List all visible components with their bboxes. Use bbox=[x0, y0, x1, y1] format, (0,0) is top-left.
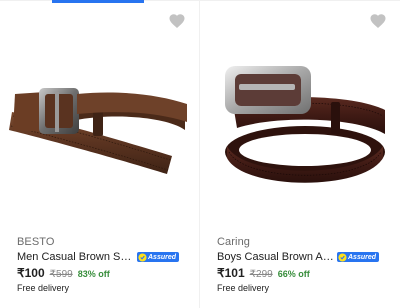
product-title-row[interactable]: Boys Casual Brown Artificia... Assured bbox=[217, 250, 382, 264]
heart-icon[interactable] bbox=[369, 12, 387, 30]
product-title[interactable]: Boys Casual Brown Artificia... bbox=[217, 251, 335, 263]
product-card[interactable]: BESTO Men Casual Brown Syntheti... Assur… bbox=[0, 0, 199, 308]
price-row: ₹101 ₹299 66% off bbox=[217, 266, 310, 280]
assured-label: Assured bbox=[148, 253, 177, 261]
delivery-info: Free delivery bbox=[17, 283, 70, 293]
product-card[interactable]: Caring Boys Casual Brown Artificia... As… bbox=[199, 0, 400, 308]
product-brand: Caring bbox=[217, 236, 251, 248]
belt-image bbox=[9, 88, 187, 174]
product-title[interactable]: Men Casual Brown Syntheti... bbox=[17, 251, 135, 263]
delivery-info: Free delivery bbox=[217, 283, 270, 293]
selling-price: ₹100 bbox=[17, 266, 45, 280]
product-image[interactable] bbox=[0, 30, 199, 218]
assured-label: Assured bbox=[348, 253, 377, 261]
product-brand: BESTO bbox=[17, 236, 55, 248]
product-image[interactable] bbox=[200, 30, 400, 218]
assured-badge: Assured bbox=[137, 252, 180, 262]
price-row: ₹100 ₹599 83% off bbox=[17, 266, 110, 280]
discount-percent: 83% off bbox=[77, 269, 110, 279]
product-grid: BESTO Men Casual Brown Syntheti... Assur… bbox=[0, 0, 400, 308]
heart-icon[interactable] bbox=[168, 12, 186, 30]
selling-price: ₹101 bbox=[217, 266, 245, 280]
assured-badge: Assured bbox=[337, 252, 380, 262]
belt-image bbox=[224, 66, 385, 183]
original-price: ₹299 bbox=[249, 269, 273, 280]
product-title-row[interactable]: Men Casual Brown Syntheti... Assured bbox=[17, 250, 182, 264]
original-price: ₹599 bbox=[49, 269, 73, 280]
discount-percent: 66% off bbox=[277, 269, 310, 279]
assured-icon bbox=[138, 252, 147, 262]
assured-icon bbox=[338, 252, 347, 262]
